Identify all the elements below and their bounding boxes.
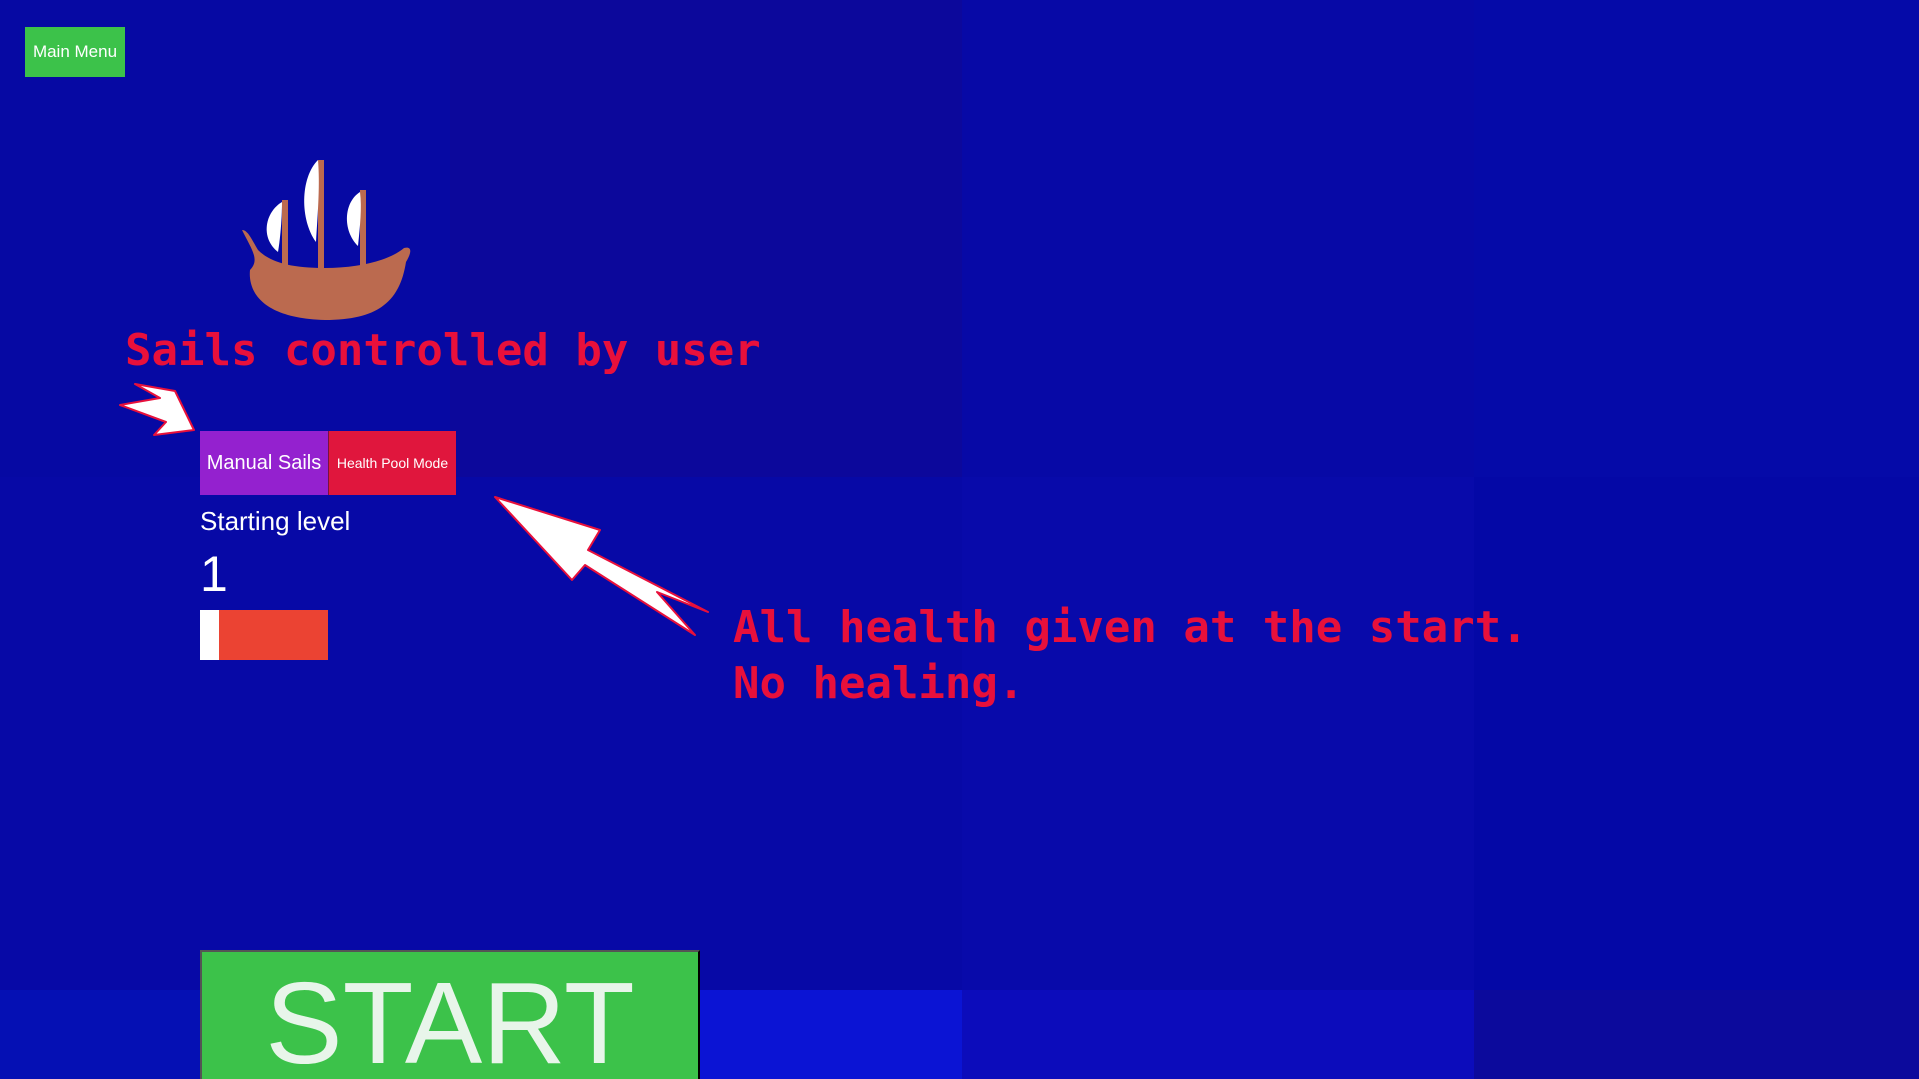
manual-sails-button[interactable]: Manual Sails	[200, 431, 328, 495]
background-tile	[0, 477, 962, 990]
background-tile	[1474, 477, 1919, 990]
starting-level-value: 1	[200, 546, 228, 602]
starting-level-slider[interactable]	[200, 610, 328, 660]
main-menu-button[interactable]: Main Menu	[25, 27, 125, 77]
game-screen: Main Menu Sails controlled by user Manua…	[0, 0, 1919, 1079]
background-tile	[1474, 0, 1919, 477]
background-tile	[962, 990, 1474, 1079]
sails-annotation: Sails controlled by user	[125, 325, 761, 376]
starting-level-label: Starting level	[200, 506, 351, 536]
background-tile	[962, 0, 1474, 477]
health-pool-mode-button[interactable]: Health Pool Mode	[328, 431, 456, 495]
mode-toggle-group: Manual Sails Health Pool Mode	[200, 431, 456, 495]
background-tile	[450, 0, 962, 477]
start-button[interactable]: START	[200, 950, 700, 1079]
health-annotation-line: No healing.	[733, 658, 1025, 709]
background-tile	[1474, 990, 1919, 1079]
health-annotation-line: All health given at the start.	[733, 602, 1528, 653]
ship-icon	[242, 160, 411, 320]
health-annotation: All health given at the start. No healing…	[733, 600, 1528, 712]
background-tile	[700, 990, 962, 1079]
background-tile	[962, 477, 1474, 990]
slider-fill	[200, 610, 220, 660]
